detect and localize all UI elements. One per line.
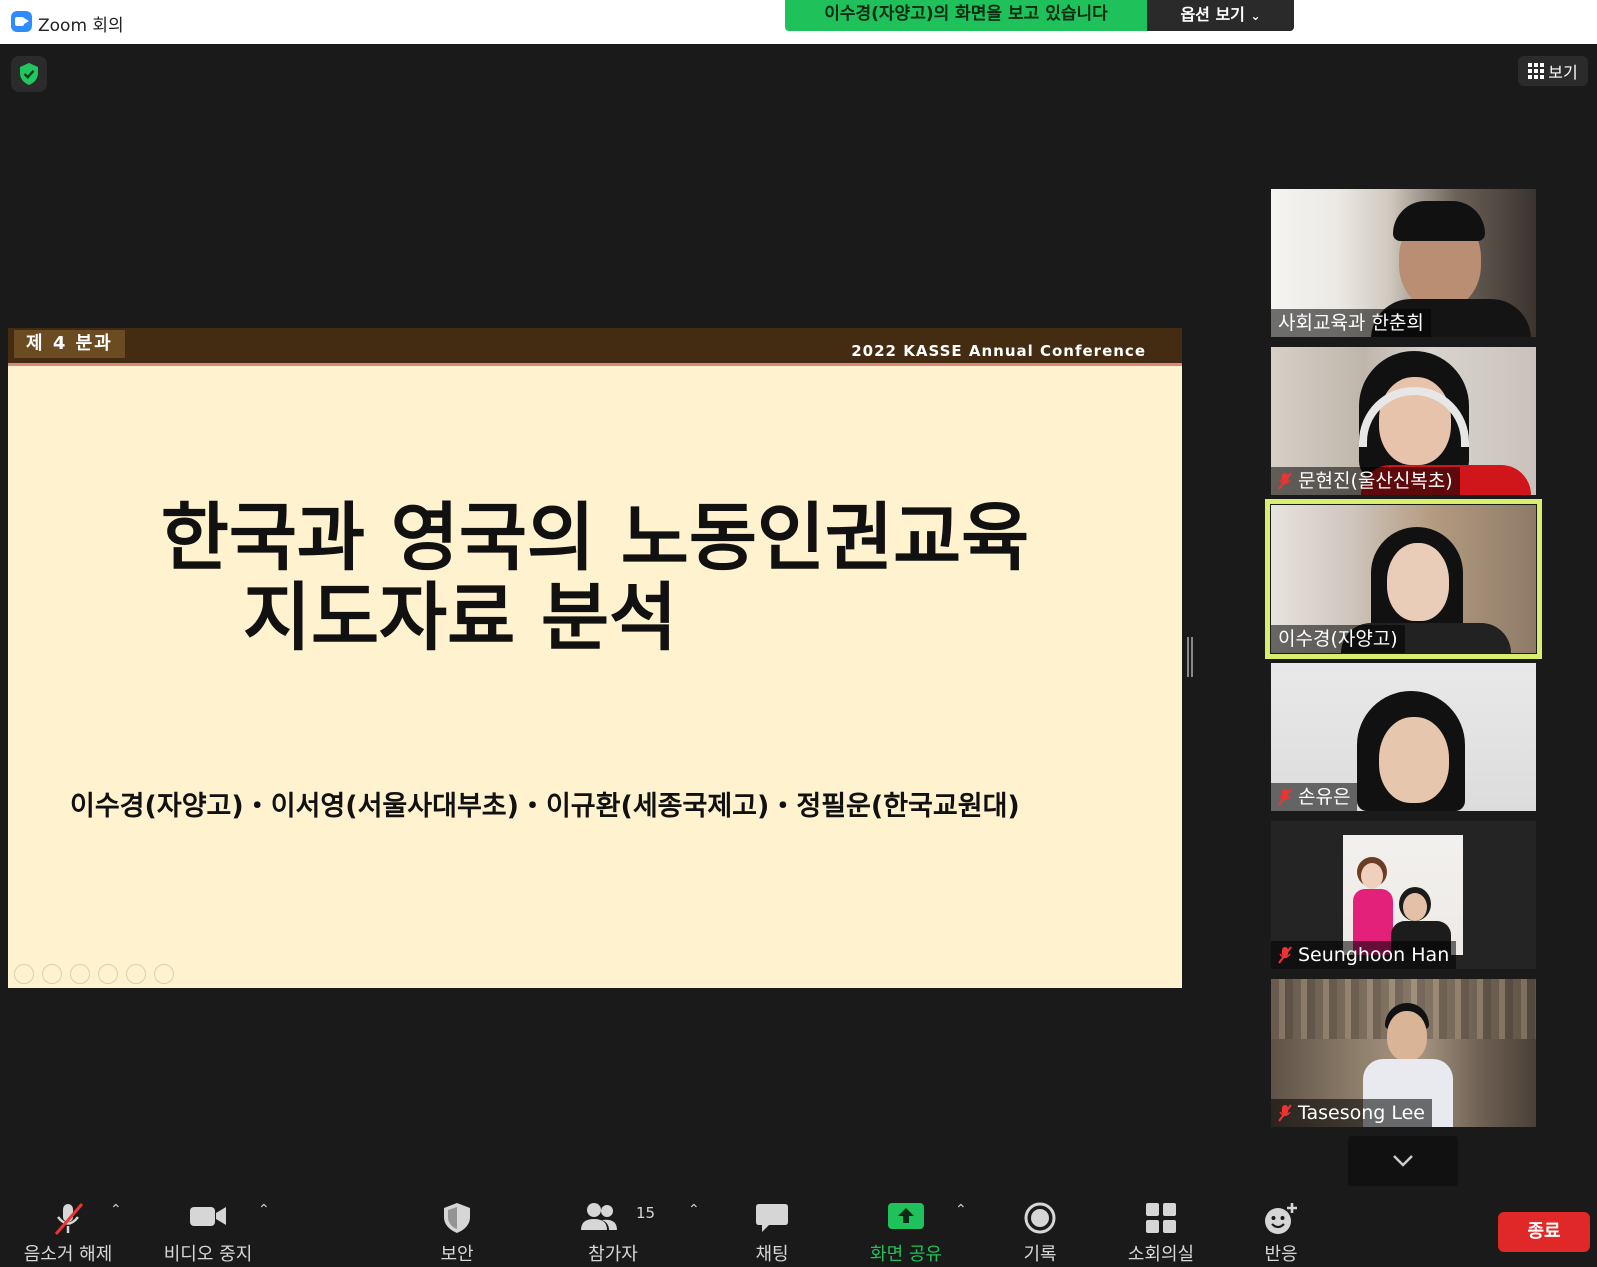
reactions-button[interactable]: 반응 [1216,1190,1346,1267]
view-options-button[interactable]: 옵션 보기 ⌄ [1147,0,1294,31]
participant-avatar [1387,1011,1427,1061]
participant-name: Seunghoon Han [1298,944,1450,966]
participant-tile[interactable]: 사회교육과 한춘희 [1271,189,1536,337]
breakout-rooms-icon [1146,1203,1176,1233]
participant-avatar [1379,717,1449,803]
panel-resize-handle[interactable] [1187,637,1193,677]
participant-tile[interactable]: Tasesong Lee [1271,979,1536,1127]
mic-muted-icon [1278,472,1292,490]
participant-name-tag: Tasesong Lee [1271,1099,1432,1127]
security-button[interactable]: 보안 [392,1190,522,1267]
slideshow-controls [14,964,174,984]
slide-authors: 이수경(자양고)・이서영(서울사대부초)・이규환(세종국제고)・정필운(한국교원… [70,791,1020,822]
video-options-caret-icon[interactable]: ⌃ [258,1202,270,1218]
pen-icon[interactable] [70,964,90,984]
share-screen-arrow-icon [888,1203,924,1229]
breakout-rooms-label: 소회의실 [1127,1244,1195,1265]
chat-button[interactable]: 채팅 [707,1190,837,1267]
stop-video-button[interactable]: 비디오 중지 [143,1190,273,1267]
next-slide-icon[interactable] [42,964,62,984]
chevron-down-icon [1393,1155,1413,1167]
audio-options-caret-icon[interactable]: ⌃ [110,1202,122,1218]
participant-avatar [1387,543,1449,621]
end-meeting-button[interactable]: 종료 [1498,1212,1590,1252]
slide-conference-name: 2022 KASSE Annual Conference [851,342,1146,360]
view-label: 보기 [1548,63,1578,82]
record-button[interactable]: 기록 [975,1190,1105,1267]
slide-title-line2: 지도자료 분석 [242,575,678,661]
participant-profile-photo [1343,835,1463,955]
title-bar: Zoom 회의 이수경(자양고)의 화면을 보고 있습니다 옵션 보기 ⌄ [0,0,1597,44]
more-options-icon[interactable] [154,964,174,984]
zoom-icon[interactable] [126,964,146,984]
participants-icon [581,1203,617,1230]
participant-name-tag: 문현진(울산신복초) [1271,467,1460,495]
screen-share-banner: 이수경(자양고)의 화면을 보고 있습니다 [785,0,1147,31]
security-label: 보안 [440,1244,474,1265]
encryption-shield-icon[interactable] [11,56,47,92]
participant-name-tag: 이수경(자양고) [1271,625,1405,653]
slide-section-tab: 제 4 분과 [14,330,125,358]
participant-tile[interactable]: 문현진(울산신복초) [1271,347,1536,495]
participant-name: Tasesong Lee [1298,1102,1425,1124]
slide-title-line1: 한국과 영국의 노동인권교육 [160,495,1030,581]
reaction-smiley-icon [1265,1203,1297,1234]
participant-name-tag: Seunghoon Han [1271,941,1457,969]
slide-header: 제 4 분과 2022 KASSE Annual Conference [8,328,1182,363]
participant-tile[interactable]: 손유은 [1271,663,1536,811]
view-options-label: 옵션 보기 [1180,5,1245,24]
share-screen-label: 화면 공유 [870,1244,942,1265]
participant-tile-active-speaker[interactable]: 이수경(자양고) [1265,499,1542,659]
stop-video-label: 비디오 중지 [163,1244,253,1265]
video-camera-icon [190,1207,226,1226]
previous-slide-icon[interactable] [14,964,34,984]
grid-icon [1528,63,1545,79]
participant-name-tag: 사회교육과 한춘희 [1271,309,1431,337]
window-title: Zoom 회의 [38,16,124,36]
participant-name: 손유은 [1298,786,1351,808]
chat-label: 채팅 [755,1244,789,1265]
record-icon [1024,1202,1056,1234]
mic-muted-icon [54,1203,84,1235]
scroll-participants-button[interactable] [1348,1136,1458,1186]
participants-button[interactable]: 15 참가자 [548,1190,678,1267]
participants-count: 15 [636,1204,656,1222]
chat-bubble-icon [756,1204,788,1232]
participants-label: 참가자 [588,1244,638,1265]
meeting-toolbar: 음소거 해제 ⌃ 비디오 중지 ⌃ 보안 15 참가자 ⌃ 채팅 화면 공유 ⌃… [0,1190,1597,1267]
mic-muted-icon [1278,788,1292,806]
record-label: 기록 [1023,1244,1057,1265]
unmute-label: 음소거 해제 [23,1244,113,1265]
view-layout-button[interactable]: 보기 [1518,56,1588,86]
mic-muted-icon [1278,946,1292,964]
slide-title: 한국과 영국의 노동인권교육 지도자료 분석 [8,498,1182,658]
participant-name-tag: 손유은 [1271,783,1358,811]
participant-tile[interactable]: Seunghoon Han [1271,821,1536,969]
slides-overview-icon[interactable] [98,964,118,984]
participants-options-caret-icon[interactable]: ⌃ [688,1202,700,1218]
slide-header-divider [8,363,1182,366]
zoom-logo-icon [11,11,32,32]
mic-muted-icon [1278,1104,1292,1122]
chevron-down-icon: ⌄ [1250,9,1261,23]
participant-name: 사회교육과 한춘희 [1278,312,1424,334]
shield-icon [444,1203,470,1233]
participant-name: 이수경(자양고) [1278,628,1398,650]
share-options-caret-icon[interactable]: ⌃ [955,1202,967,1218]
share-screen-button[interactable]: 화면 공유 [841,1190,971,1267]
participant-name: 문현진(울산신복초) [1298,470,1453,492]
shared-screen-slide[interactable]: 제 4 분과 2022 KASSE Annual Conference 한국과 … [8,328,1182,988]
reactions-label: 반응 [1264,1244,1298,1265]
breakout-rooms-button[interactable]: 소회의실 [1096,1190,1226,1267]
